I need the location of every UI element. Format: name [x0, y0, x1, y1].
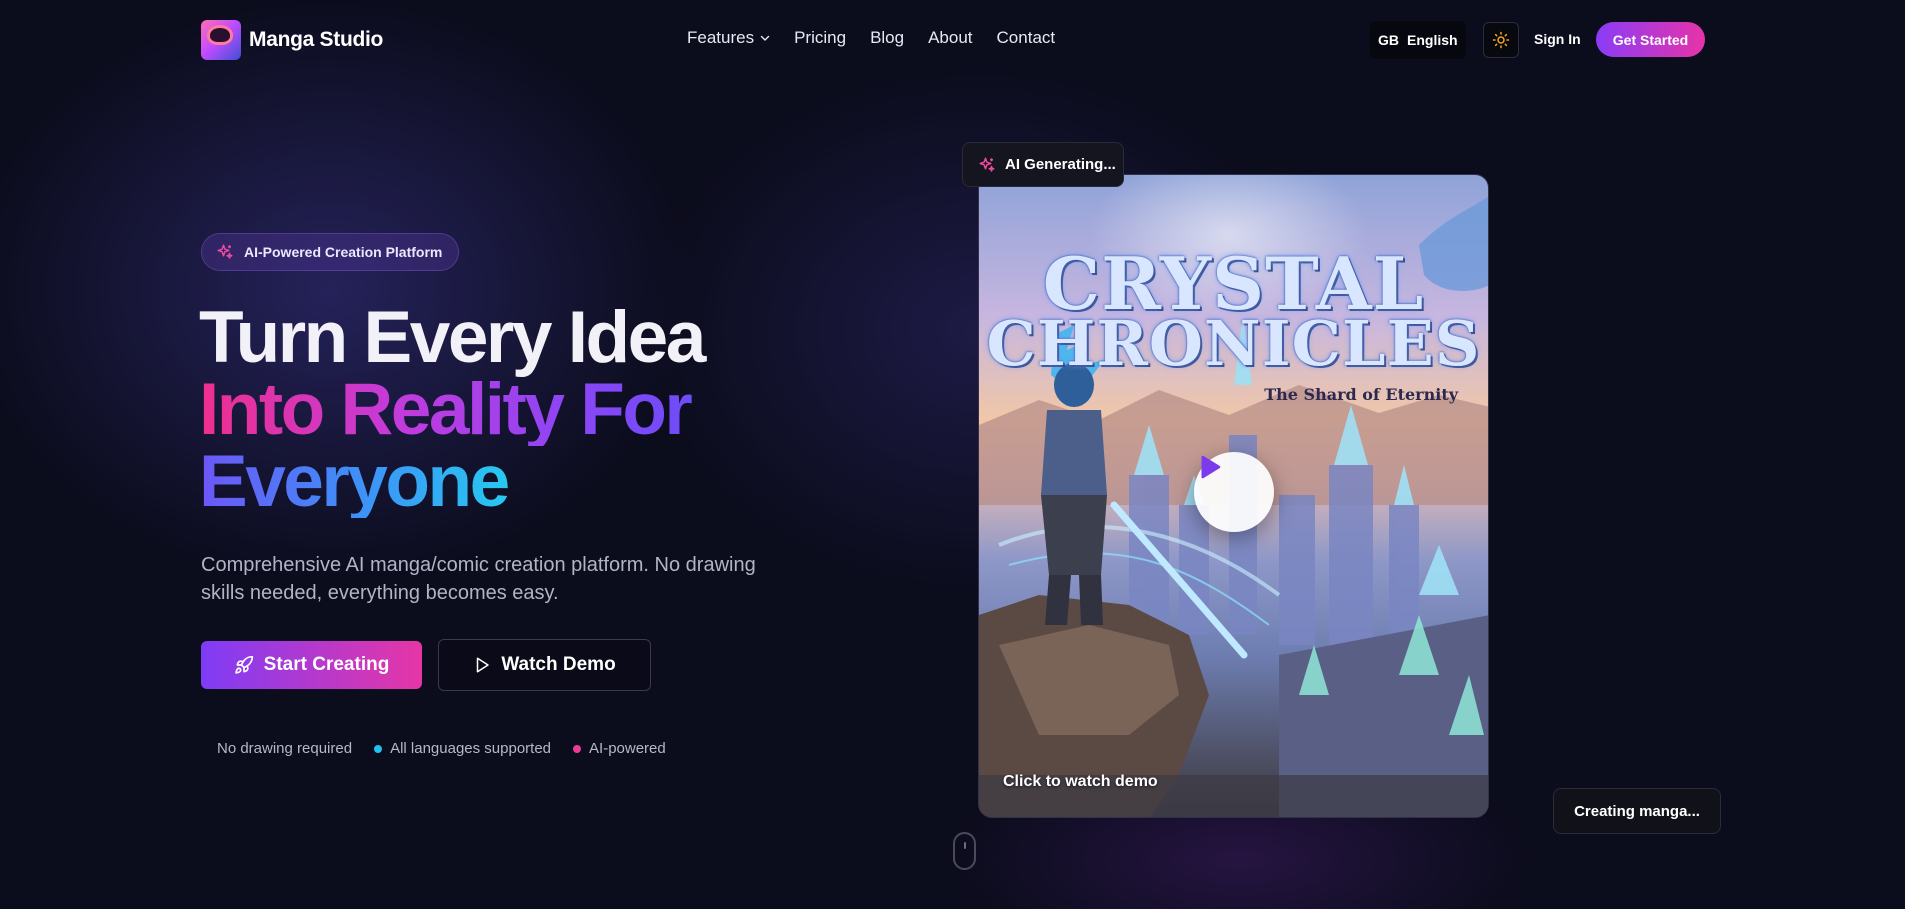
creating-status-toast: Creating manga...	[1553, 788, 1721, 834]
logo-text: Manga Studio	[249, 28, 384, 51]
cover-subtitle: The Shard of Eternity	[1264, 385, 1458, 404]
hero-headline: Turn Every Idea Into Reality For Everyon…	[199, 297, 706, 522]
ai-generating-badge: AI Generating...	[962, 142, 1124, 187]
watch-demo-button[interactable]: Watch Demo	[438, 639, 651, 691]
nav-link-contact[interactable]: Contact	[997, 28, 1056, 48]
feature-dot	[374, 744, 383, 753]
ai-generating-label: AI Generating...	[1005, 156, 1116, 173]
language-selector[interactable]: GB English	[1370, 21, 1466, 59]
flag-gb-icon: GB	[1378, 32, 1399, 48]
feature-list: No drawing required All languages suppor…	[217, 740, 666, 757]
top-nav: Manga Studio Features Pricing Blog About…	[0, 0, 1905, 80]
theme-toggle-button[interactable]	[1483, 22, 1519, 58]
rocket-icon	[234, 655, 253, 674]
start-creating-button[interactable]: Start Creating	[201, 641, 422, 689]
scroll-mouse-icon[interactable]	[953, 832, 976, 870]
play-outline-icon	[477, 657, 490, 673]
logo[interactable]: Manga Studio	[201, 20, 383, 60]
feature-label: AI-powered	[589, 740, 666, 757]
video-caption: Click to watch demo	[1003, 773, 1158, 790]
logo-icon	[201, 20, 241, 60]
nav-link-label: Features	[687, 28, 755, 47]
demo-video-card[interactable]: CRYSTAL CHRONICLES The Shard of Eternity…	[978, 174, 1489, 818]
sparkles-icon	[217, 244, 233, 259]
nav-link-features[interactable]: Features	[687, 28, 770, 48]
chevron-down-icon	[760, 35, 770, 41]
sign-in-link[interactable]: Sign In	[1534, 31, 1581, 47]
watch-demo-label: Watch Demo	[501, 654, 616, 675]
play-button[interactable]	[1194, 452, 1274, 532]
headline-line-2: Into Reality For	[199, 373, 704, 446]
start-creating-label: Start Creating	[263, 654, 390, 675]
nav-links: Features Pricing Blog About Contact	[687, 28, 1055, 48]
feature-item: No drawing required	[217, 740, 352, 757]
sparkles-icon	[979, 157, 995, 172]
headline-line-1: Turn Every Idea	[199, 297, 706, 378]
feature-item: All languages supported	[374, 740, 551, 757]
play-icon	[1201, 455, 1221, 479]
feature-item: AI-powered	[573, 740, 666, 757]
feature-dot	[573, 744, 582, 753]
hero-badge: AI-Powered Creation Platform	[201, 233, 459, 271]
nav-link-about[interactable]: About	[928, 28, 972, 48]
language-label: English	[1407, 32, 1458, 48]
nav-link-pricing[interactable]: Pricing	[794, 28, 846, 48]
feature-label: All languages supported	[390, 740, 552, 757]
cover-title-line-2: CHRONICLES	[986, 307, 1481, 380]
feature-label: No drawing required	[217, 740, 353, 757]
hero-subtext: Comprehensive AI manga/comic creation pl…	[201, 554, 756, 604]
nav-link-blog[interactable]: Blog	[870, 28, 904, 48]
headline-line-3: Everyone	[199, 441, 510, 522]
hero-badge-label: AI-Powered Creation Platform	[244, 244, 443, 260]
get-started-button[interactable]: Get Started	[1596, 22, 1705, 57]
sun-icon	[1492, 31, 1510, 49]
